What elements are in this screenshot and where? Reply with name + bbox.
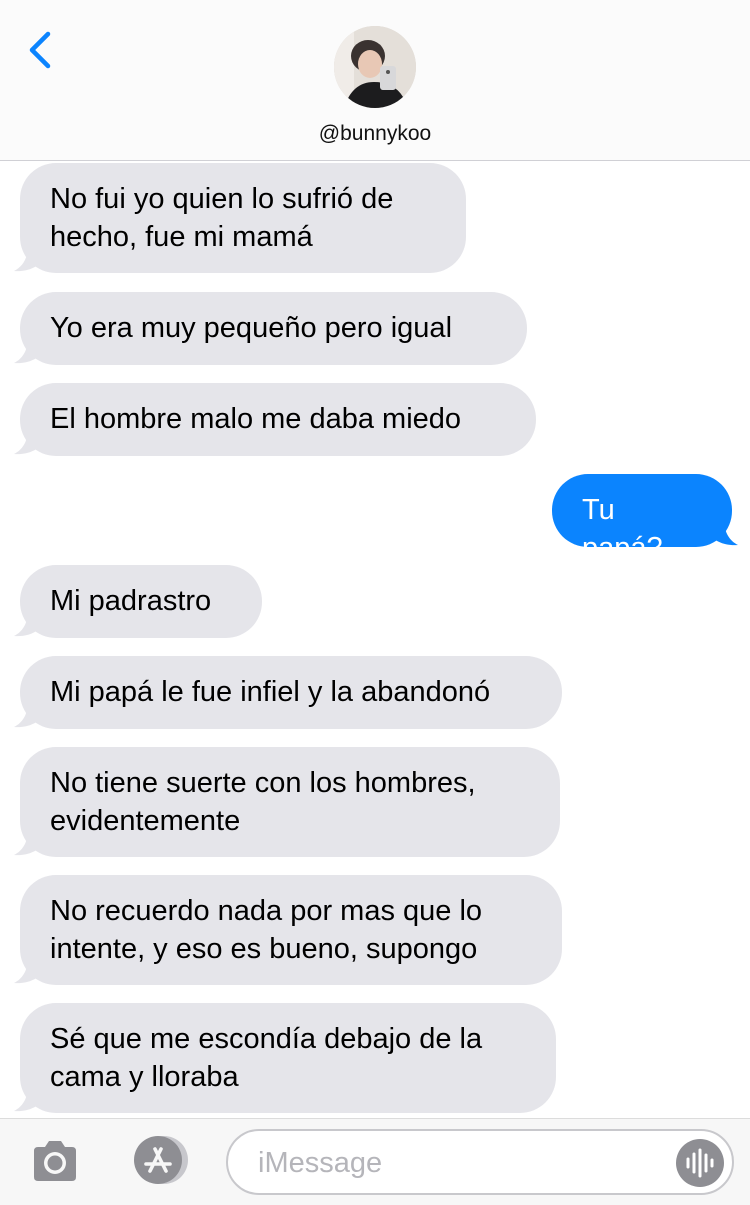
incoming-bubble-tail [14,701,44,728]
audio-waveform-icon[interactable] [676,1139,724,1187]
incoming-bubble-tail [14,957,44,984]
incoming-message[interactable]: Mi padrastro [20,565,262,638]
incoming-bubble-tail [14,337,44,364]
incoming-message[interactable]: El hombre malo me daba miedo [20,383,536,456]
incoming-message[interactable]: No recuerdo nada por mas que lo intente,… [20,875,562,985]
incoming-bubble-tail [14,1085,44,1112]
incoming-message[interactable]: No tiene suerte con los hombres, evident… [20,747,560,857]
conversation-header: @bunnykoo [0,0,750,161]
imessage-field[interactable] [226,1129,734,1195]
back-chevron-icon[interactable] [24,28,58,72]
incoming-bubble-tail [14,829,44,856]
message-input[interactable] [256,1141,660,1185]
incoming-message[interactable]: No fui yo quien lo sufrió de hecho, fue … [20,163,466,273]
incoming-bubble-tail [14,245,44,272]
contact-avatar[interactable] [334,26,416,108]
incoming-bubble-tail [14,428,44,455]
message-composer [0,1118,750,1205]
incoming-message[interactable]: Yo era muy pequeño pero igual [20,292,527,365]
message-thread: No fui yo quien lo sufrió de hecho, fue … [0,160,750,1118]
app-store-icon[interactable] [126,1135,190,1185]
outgoing-bubble-tail [708,519,738,546]
camera-icon[interactable] [30,1139,80,1183]
incoming-message[interactable]: Sé que me escondía debajo de la cama y l… [20,1003,556,1113]
incoming-message[interactable]: Mi papá le fue infiel y la abandonó [20,656,562,729]
incoming-bubble-tail [14,610,44,637]
contact-handle[interactable]: @bunnykoo [0,122,750,146]
